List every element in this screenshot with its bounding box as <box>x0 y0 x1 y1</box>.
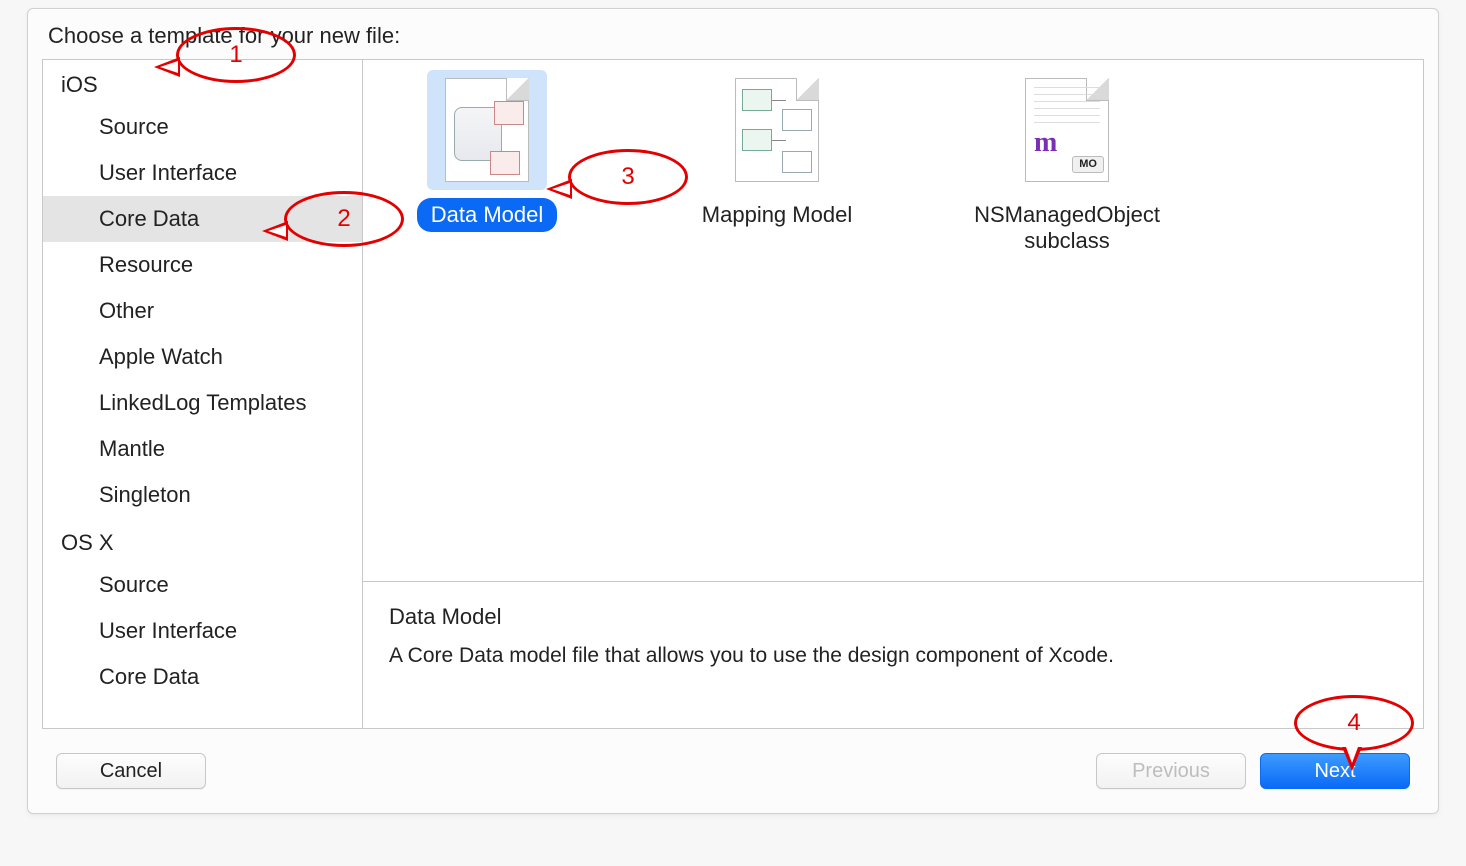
sidebar-item-source-ios[interactable]: Source <box>43 104 362 150</box>
button-spacer <box>220 753 1082 789</box>
sidebar-item-other-ios[interactable]: Other <box>43 288 362 334</box>
sidebar-item-core-data-ios[interactable]: Core Data <box>43 196 362 242</box>
template-description: Data Model A Core Data model file that a… <box>363 581 1423 728</box>
cancel-button[interactable]: Cancel <box>56 753 206 789</box>
template-mapping-model[interactable]: Mapping Model <box>677 70 877 232</box>
sidebar-item-core-data-osx[interactable]: Core Data <box>43 654 362 700</box>
mapping-model-file-icon <box>717 70 837 190</box>
template-category-sidebar[interactable]: iOS Source User Interface Core Data Reso… <box>43 60 363 728</box>
sidebar-item-user-interface-osx[interactable]: User Interface <box>43 608 362 654</box>
dialog-buttons: Cancel Previous Next <box>28 735 1438 813</box>
sidebar-item-linkedlog-templates[interactable]: LinkedLog Templates <box>43 380 362 426</box>
template-grid: Data Model Mapping Model mMO NSManagedOb… <box>363 60 1423 581</box>
sidebar-platform-osx: OS X <box>43 518 362 562</box>
sidebar-platform-ios: iOS <box>43 60 362 104</box>
previous-button: Previous <box>1096 753 1246 789</box>
template-nsmanagedobject-subclass[interactable]: mMO NSManagedObject subclass <box>967 70 1167 259</box>
managed-object-file-icon: mMO <box>1007 70 1127 190</box>
sidebar-item-resource-ios[interactable]: Resource <box>43 242 362 288</box>
template-label: NSManagedObject subclass <box>960 198 1174 259</box>
template-label: Mapping Model <box>688 198 866 232</box>
sidebar-item-singleton[interactable]: Singleton <box>43 472 362 518</box>
sidebar-item-apple-watch[interactable]: Apple Watch <box>43 334 362 380</box>
next-button[interactable]: Next <box>1260 753 1410 789</box>
template-label: Data Model <box>417 198 558 232</box>
description-title: Data Model <box>389 604 1397 630</box>
dialog-header: Choose a template for your new file: <box>28 9 1438 59</box>
description-body: A Core Data model file that allows you t… <box>389 644 1397 668</box>
data-model-file-icon <box>427 70 547 190</box>
dialog-content: iOS Source User Interface Core Data Reso… <box>42 59 1424 729</box>
sidebar-item-user-interface-ios[interactable]: User Interface <box>43 150 362 196</box>
template-main: Data Model Mapping Model mMO NSManagedOb… <box>363 60 1423 728</box>
dialog-title: Choose a template for your new file: <box>48 23 400 48</box>
template-data-model[interactable]: Data Model <box>387 70 587 232</box>
new-file-template-dialog: Choose a template for your new file: iOS… <box>27 8 1439 814</box>
sidebar-item-source-osx[interactable]: Source <box>43 562 362 608</box>
sidebar-item-mantle[interactable]: Mantle <box>43 426 362 472</box>
